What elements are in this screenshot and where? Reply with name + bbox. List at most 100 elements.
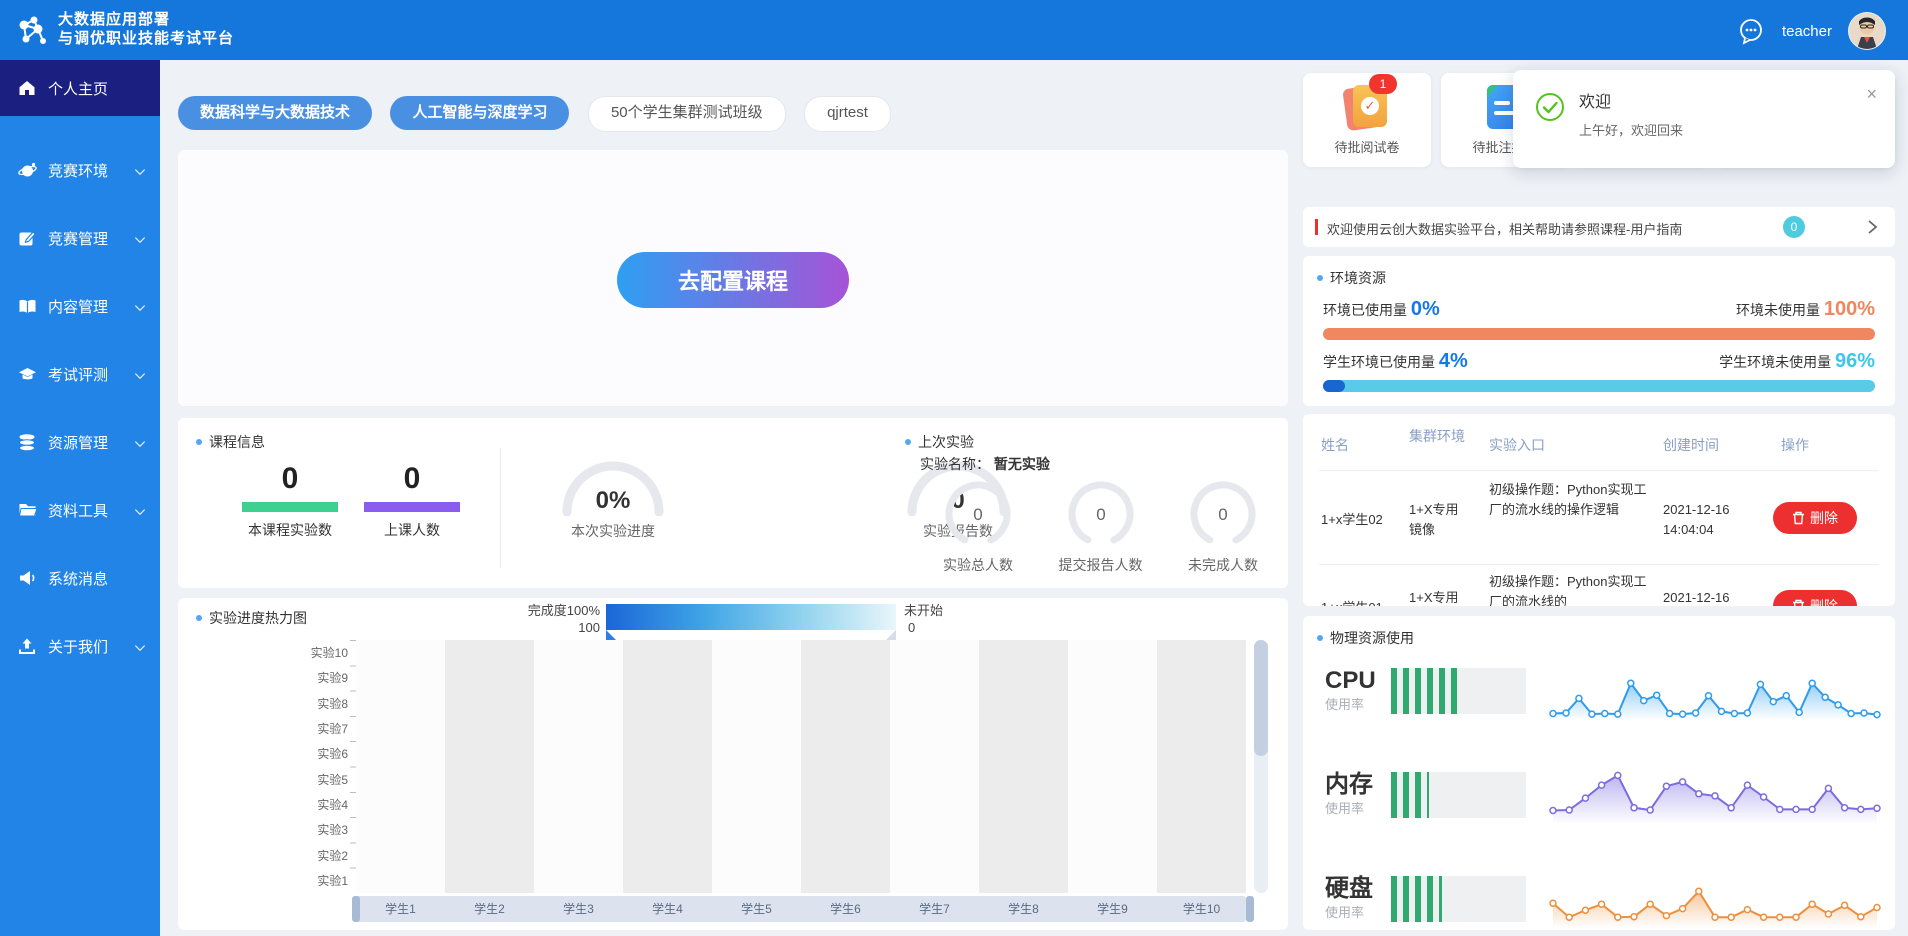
- col-header-entry: 实验入口: [1489, 436, 1649, 454]
- bullet-icon: [196, 439, 202, 445]
- sidebar-item-competition-mgmt[interactable]: 竞赛管理: [0, 214, 160, 262]
- svg-text:0: 0: [1096, 505, 1105, 524]
- heatmap-y-label: 实验10: [264, 640, 348, 665]
- help-info-bar[interactable]: 欢迎使用云创大数据实验平台，相关帮助请参照课程-用户指南 0: [1303, 207, 1895, 247]
- sidebar-item-resource-mgmt[interactable]: 资源管理: [0, 418, 160, 466]
- heatmap-x-label: 学生2: [445, 896, 534, 922]
- env-free-value: 96%: [1835, 350, 1875, 372]
- sidebar-item-system-messages[interactable]: 系统消息: [0, 554, 160, 602]
- ring-gauge-submitted: 0 提交报告人数: [1046, 480, 1156, 575]
- sidebar-item-about-us[interactable]: 关于我们: [0, 622, 160, 670]
- env-free-row2: 学生环境未使用量 96%: [1719, 350, 1875, 373]
- heatmap-v-scrollbar[interactable]: [1254, 640, 1268, 893]
- sidebar-item-exam-eval[interactable]: 考试评测: [0, 350, 160, 398]
- close-icon[interactable]: ×: [1866, 84, 1877, 105]
- scrollbar-thumb[interactable]: [1254, 640, 1268, 756]
- tab-qjrtest[interactable]: qjrtest: [804, 96, 891, 132]
- heatmap-column: [801, 640, 890, 893]
- chevron-right-icon[interactable]: [1863, 218, 1881, 236]
- heatmap-column: [890, 640, 979, 893]
- chevron-down-icon: [135, 369, 145, 379]
- col-header-env: 集群环境: [1409, 427, 1471, 445]
- cell-name: 1+x学生01: [1321, 598, 1405, 606]
- experiment-name-label: 实验名称：: [920, 456, 990, 472]
- tab-cluster-test-class[interactable]: 50个学生集群测试班级: [588, 96, 786, 132]
- trash-icon: [1792, 511, 1805, 525]
- delete-button[interactable]: 删除: [1773, 502, 1857, 534]
- sidebar-item-home[interactable]: 个人主页: [0, 60, 160, 116]
- avatar[interactable]: [1848, 12, 1886, 50]
- delete-button[interactable]: 删除: [1773, 590, 1857, 606]
- heatmap-x-slider[interactable]: 学生1学生2学生3学生4学生5学生6学生7学生8学生9学生10: [356, 896, 1246, 922]
- chevron-down-icon: [135, 505, 145, 515]
- username[interactable]: teacher: [1782, 23, 1832, 40]
- sidebar-item-label: 资料工具: [48, 500, 134, 521]
- configure-course-button[interactable]: 去配置课程: [617, 252, 849, 308]
- stat-underline-green: [242, 502, 338, 512]
- messages-icon[interactable]: [1736, 16, 1766, 46]
- sidebar-item-content-mgmt[interactable]: 内容管理: [0, 282, 160, 330]
- divider: [500, 448, 501, 568]
- heatmap-column: [979, 640, 1068, 893]
- sidebar-item-label: 内容管理: [48, 296, 134, 317]
- heatmap-column: [1068, 640, 1157, 893]
- experiment-name-value: 暂无实验: [994, 456, 1050, 472]
- course-info-card: 课程信息 0 本课程实验数 0 上课人数 0% 本次实验进度 0: [178, 418, 1288, 588]
- heatmap-x-label: 学生6: [801, 896, 890, 922]
- ring-gauge-total: 0 实验总人数: [923, 480, 1033, 575]
- sidebar-item-material-tools[interactable]: 资料工具: [0, 486, 160, 534]
- legend-handle-left[interactable]: [606, 630, 616, 640]
- ring-label: 实验总人数: [923, 555, 1033, 575]
- stripe-fill: [1391, 876, 1442, 922]
- legend-min-label: 未开始: [904, 602, 943, 619]
- slider-handle-left[interactable]: [352, 896, 360, 922]
- notify-card-label: 待批阅试卷: [1303, 137, 1431, 156]
- heatmap-y-label: 实验2: [264, 842, 348, 867]
- chevron-down-icon: [135, 437, 145, 447]
- env-used-value: 0%: [1411, 298, 1440, 320]
- app-window: 大数据应用部署 与调优职业技能考试平台 teacher: [0, 0, 1908, 936]
- delete-label: 删除: [1810, 596, 1838, 606]
- env-free-label: 环境未使用量: [1736, 302, 1820, 318]
- col-header-time: 创建时间: [1663, 436, 1768, 454]
- heatmap-x-label: 学生5: [712, 896, 801, 922]
- tab-ai-deep-learning[interactable]: 人工智能与深度学习: [390, 96, 569, 130]
- heatmap-y-label: 实验8: [264, 691, 348, 716]
- sidebar-item-label: 个人主页: [48, 78, 146, 99]
- cell-entry: 初级操作题：Python实现工厂的流水线的操作逻辑: [1489, 480, 1654, 520]
- resource-sublabel: 使用率: [1325, 694, 1376, 713]
- sidebar-item-label: 竞赛管理: [48, 228, 134, 249]
- section-title: 上次实验: [918, 434, 974, 450]
- tab-data-science[interactable]: 数据科学与大数据技术: [178, 96, 372, 130]
- chevron-down-icon: [135, 301, 145, 311]
- heatmap-plot: [356, 640, 1246, 893]
- slider-handle-right[interactable]: [1246, 896, 1254, 922]
- graduation-cap-icon: [18, 364, 38, 384]
- stat-experiment-count: 0 本课程实验数: [240, 462, 340, 540]
- database-icon: [18, 432, 38, 452]
- heatmap-column: [623, 640, 712, 893]
- heatmap-y-label: 实验3: [264, 817, 348, 842]
- cpu-line-chart: [1547, 656, 1883, 728]
- section-title: 物理资源使用: [1330, 630, 1414, 646]
- heatmap-y-label: 实验9: [264, 665, 348, 690]
- notify-card-exam[interactable]: ✓ 1 待批阅试卷: [1303, 73, 1431, 167]
- resource-label: 硬盘: [1325, 876, 1373, 902]
- disk-line-chart: [1547, 864, 1883, 930]
- physical-title-row: 物理资源使用: [1317, 628, 1414, 648]
- env-progress-bar-2: [1323, 380, 1875, 392]
- sidebar-item-competition-env[interactable]: 竞赛环境: [0, 146, 160, 194]
- heatmap-y-label: 实验5: [264, 766, 348, 791]
- physical-resource-card: 物理资源使用 CPU 使用率 内存 使用率 硬盘 使用率: [1303, 616, 1895, 930]
- env-used-row1: 环境已使用量 0%: [1323, 298, 1440, 321]
- cell-time: 2021-12-16 14:04:04: [1663, 500, 1763, 540]
- heatmap-card: 实验进度热力图 完成度100% 100 未开始 0 实验10实验9实验8实验7实…: [178, 598, 1288, 930]
- legend-gradient-bar[interactable]: [606, 604, 896, 630]
- env-title-row: 环境资源: [1317, 268, 1386, 288]
- resource-label: CPU: [1325, 668, 1376, 694]
- home-icon: [18, 78, 38, 98]
- env-progress-bar-1: [1323, 328, 1875, 340]
- legend-max-value: 100: [508, 619, 600, 636]
- legend-handle-right[interactable]: [886, 630, 896, 640]
- megaphone-icon: [18, 568, 38, 588]
